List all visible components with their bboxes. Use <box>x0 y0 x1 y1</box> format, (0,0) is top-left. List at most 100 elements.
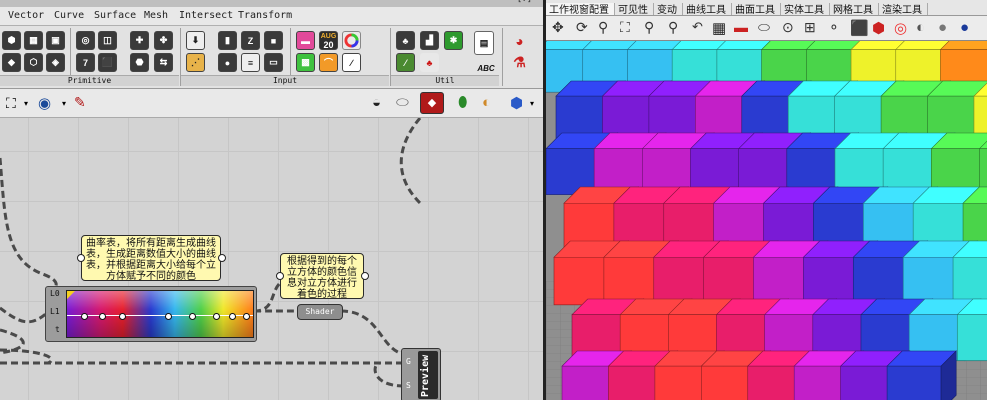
param-uv-icon[interactable]: ✤ <box>154 31 173 50</box>
preview-wire-icon[interactable]: ◒ <box>372 94 381 111</box>
color-wheel-icon[interactable]: ◎ <box>894 19 911 37</box>
gradient-grip[interactable] <box>229 313 236 320</box>
tab-viewport-layout[interactable]: 工作视窗配置 <box>546 3 615 15</box>
input-graph-icon[interactable]: ⌒ <box>319 53 338 72</box>
input-value-list-icon[interactable]: ▭ <box>264 53 283 72</box>
shader-component[interactable]: Shader <box>297 304 343 320</box>
light-bulb-icon[interactable]: ⚬ <box>828 19 845 36</box>
zoom-extents-icon[interactable]: ⚲ <box>668 19 685 36</box>
menu-mesh[interactable]: Mesh <box>144 10 168 21</box>
tab-visibility[interactable]: 可见性 <box>615 3 654 15</box>
sketch-icon[interactable]: ✎ <box>74 94 86 111</box>
input-swatch-icon[interactable]: ▬ <box>296 31 315 50</box>
tab-mesh-tools[interactable]: 网格工具 <box>830 3 879 15</box>
preview-selected-icon[interactable]: ◆ <box>420 92 444 114</box>
cplane-icon[interactable]: ⊙ <box>782 19 799 36</box>
chevron-down-icon[interactable]: ▾ <box>530 99 534 108</box>
material-icon[interactable]: ◐ <box>482 94 491 111</box>
util-chart-icon[interactable]: ▟ <box>420 31 439 50</box>
preview-component[interactable]: G S Preview <box>401 348 441 400</box>
param-shape-icon[interactable]: ◆ <box>2 53 21 72</box>
param-text-icon[interactable]: ⬛ <box>98 53 117 72</box>
bake-icon[interactable]: ⬮ <box>458 94 467 111</box>
menu-surface[interactable]: Surface <box>94 10 136 21</box>
rotate-view-icon[interactable]: ⟳ <box>576 19 593 36</box>
tab-curve-tools[interactable]: 曲线工具 <box>683 3 732 15</box>
zoom-window-icon[interactable]: ⛶ <box>620 19 637 36</box>
util-globe-icon[interactable]: ✱ <box>444 31 463 50</box>
tab-transform[interactable]: 变动 <box>654 3 683 15</box>
param-abc-box-icon[interactable]: ▣ <box>46 31 65 50</box>
cube[interactable] <box>886 350 957 400</box>
eye-icon[interactable]: ◉ <box>38 94 51 112</box>
properties-icon[interactable]: ⬢ <box>872 19 889 37</box>
param-hex-icon[interactable]: ⬢ <box>2 31 21 50</box>
display-icon[interactable]: ⬢ <box>510 94 523 112</box>
param-path-icon[interactable]: ⇆ <box>154 53 173 72</box>
param-bool-icon[interactable]: ◫ <box>98 31 117 50</box>
tab-surface-tools[interactable]: 曲面工具 <box>732 3 781 15</box>
gradient-grip[interactable] <box>119 313 126 320</box>
gradient-grip[interactable] <box>81 313 88 320</box>
util-flask-icon[interactable]: ⚗ <box>510 53 529 72</box>
zoom-selected-icon[interactable]: ⚲ <box>644 19 661 36</box>
undo-view-icon[interactable]: ↶ <box>692 19 709 36</box>
zoom-icon[interactable]: ⚲ <box>598 19 615 36</box>
preview-shaded-icon[interactable]: ⬭ <box>396 94 409 111</box>
calendar-icon[interactable]: AUG 20 <box>319 31 338 50</box>
input-button-icon[interactable]: ■ <box>264 31 283 50</box>
named-view-icon[interactable]: ⊞ <box>804 19 821 36</box>
gradient-grip[interactable] <box>99 313 106 320</box>
param-cross-icon[interactable]: ✚ <box>130 31 149 50</box>
gradient-grip[interactable] <box>243 313 250 320</box>
car-icon[interactable]: ▬ <box>734 19 751 36</box>
input-download-icon[interactable]: ⬇ <box>186 31 205 50</box>
menu-vector[interactable]: Vector <box>8 10 44 21</box>
select-icon[interactable]: ⛶ <box>6 95 16 112</box>
util-graph-icon[interactable]: ⁄ <box>396 53 415 72</box>
four-view-icon[interactable]: ▦ <box>712 19 729 37</box>
param-hex2-icon[interactable]: ⬡ <box>24 53 43 72</box>
menu-curve[interactable]: Curve <box>54 10 84 21</box>
input-toggle-icon[interactable]: ▮ <box>218 31 237 50</box>
rendered-sphere-icon[interactable]: ● <box>960 19 977 36</box>
wire-sphere-icon[interactable]: ◐ <box>916 19 933 36</box>
chevron-down-icon[interactable]: ▾ <box>24 99 28 108</box>
input-matrix-icon[interactable]: ▩ <box>296 53 315 72</box>
input-circle-icon[interactable]: ● <box>218 53 237 72</box>
param-cycle-icon[interactable]: ◎ <box>76 31 95 50</box>
util-tree-icon[interactable]: ♣ <box>396 31 415 50</box>
input-graph-mapper-icon[interactable]: ∕ <box>342 53 361 72</box>
menu-intersect[interactable]: Intersect <box>179 10 233 21</box>
param-data-icon[interactable]: ⬣ <box>130 53 149 72</box>
tab-render-tools[interactable]: 渲染工具 <box>879 3 928 15</box>
gradient-grip[interactable] <box>189 313 196 320</box>
util-sphere-icon[interactable]: ◕ <box>510 31 529 50</box>
input-panel-icon[interactable]: Z <box>241 31 260 50</box>
gradient-color-bar[interactable] <box>66 290 254 338</box>
shaded-sphere-icon[interactable]: ● <box>938 19 955 36</box>
set-view-icon[interactable]: ⬭ <box>758 19 775 36</box>
pan-icon[interactable]: ✥ <box>552 19 569 36</box>
param-number-icon[interactable]: 7 <box>76 53 95 72</box>
util-cherry-icon[interactable]: ♣ <box>420 53 439 72</box>
param-shape2-icon[interactable]: ◈ <box>46 53 65 72</box>
menu-transform[interactable]: Transform <box>238 10 292 21</box>
layer-icon[interactable]: ⬛ <box>850 19 869 37</box>
chevron-down-icon[interactable]: ▾ <box>62 99 66 108</box>
annotation-note-shading[interactable]: 根据得到的每个立方体的颜色信息对立方体进行着色的过程 <box>280 253 364 300</box>
input-slider-icon[interactable]: ⋰ <box>186 53 205 72</box>
gradient-grip[interactable] <box>165 313 172 320</box>
tab-solid-tools[interactable]: 实体工具 <box>781 3 830 15</box>
util-panel-icon[interactable]: ▤ <box>474 31 494 55</box>
gh-canvas[interactable]: 曲率表，将所有距离生成曲线表，生成距离数值大小的曲线表，并根据距离大小给每个立方… <box>0 118 543 400</box>
util-abc-icon[interactable]: ABC <box>474 60 498 76</box>
gradient-component[interactable]: L0 L1 t <box>45 286 257 342</box>
cube[interactable] <box>930 132 987 196</box>
colour-wheel-icon[interactable] <box>342 31 361 50</box>
rhino-viewport[interactable] <box>546 41 987 400</box>
input-list-icon[interactable]: ≡ <box>241 53 260 72</box>
gradient-grip[interactable] <box>213 313 220 320</box>
annotation-note-curvature[interactable]: 曲率表，将所有距离生成曲线表，生成距离数值大小的曲线表，并根据距离大小给每个立方… <box>81 235 221 282</box>
param-grid-icon[interactable]: ▦ <box>24 31 43 50</box>
